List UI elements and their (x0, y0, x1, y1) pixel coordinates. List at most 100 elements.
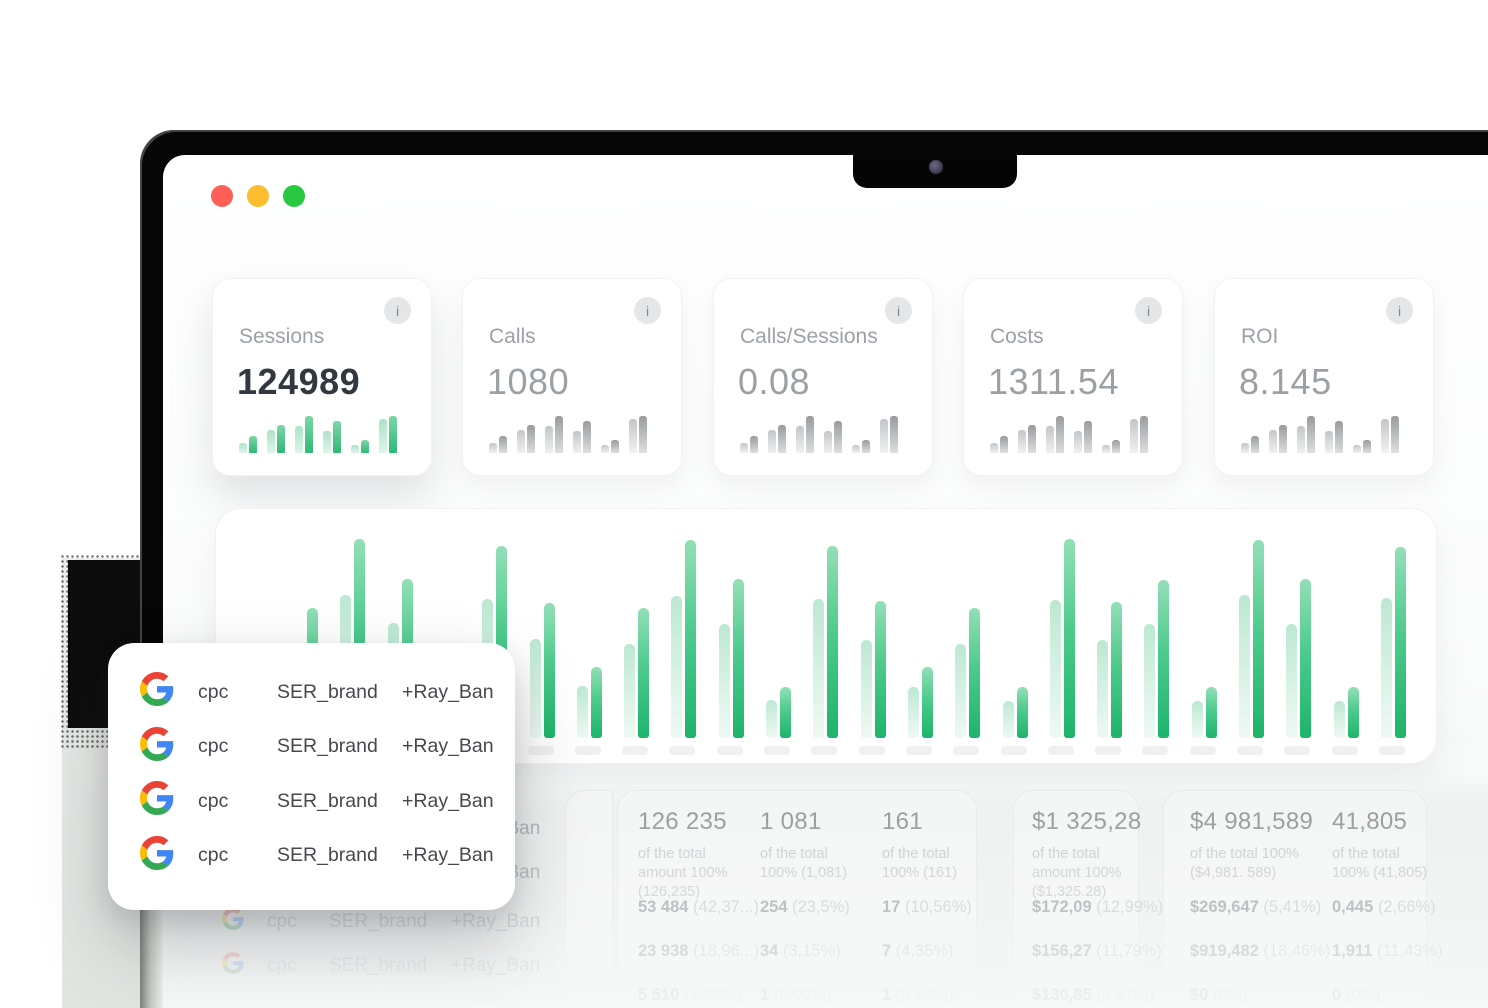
kpi-value: 0.08 (738, 361, 810, 403)
traffic-light-button[interactable] (283, 185, 305, 207)
kpi-mini-bar-chart (239, 411, 397, 453)
stat-breakdown-rows: 0,445 (2,66%) 1,911 (11,43%) 0 (0%) (1332, 898, 1443, 1008)
network-cell: cpc (198, 681, 277, 704)
kpi-label: Sessions (239, 325, 324, 349)
stat-breakdown-row: 17 (10,56%) (882, 898, 972, 917)
kpi-value: 1080 (487, 361, 569, 403)
stat-caption-line: 100% (161) (882, 864, 1032, 883)
campaign-cell: SER_brand (329, 955, 451, 977)
keyword-list-card: cpc SER_brand +Ray_Ban cpc SER_brand +Ra… (108, 643, 515, 910)
kpi-value: 1311.54 (988, 361, 1119, 403)
stat-total-caption: of the total100% (41,805) (1332, 845, 1482, 883)
stat-breakdown-row: $0 (0%) (1190, 986, 1330, 1005)
google-logo-icon (222, 908, 267, 936)
campaign-cell: SER_brand (277, 681, 402, 704)
stat-column: 161 of the total100% (161) 17 (10,56%)7 … (882, 808, 1032, 883)
stat-breakdown-row: 1 (0,62%) (882, 986, 972, 1005)
info-icon[interactable]: i (634, 297, 661, 324)
stat-caption-line: 100% (41,805) (1332, 864, 1482, 883)
traffic-light-button[interactable] (247, 185, 269, 207)
campaign-cell: SER_brand (329, 911, 451, 933)
kpi-mini-bar-chart (740, 411, 898, 453)
google-logo-icon (140, 781, 198, 821)
google-logo-icon (140, 672, 198, 712)
keyword-cell: +Ray_Ban (451, 911, 582, 933)
kpi-mini-bar-chart (990, 411, 1148, 453)
stat-total-value: $4 981,589 (1190, 808, 1340, 836)
stat-total-caption: of the total100% (161) (882, 845, 1032, 883)
kpi-value: 124989 (237, 361, 360, 403)
stat-breakdown-row: 53 484 (42,37...) (638, 898, 759, 917)
stat-total-value: 161 (882, 808, 1032, 836)
kpi-label: Calls (489, 325, 536, 349)
kpi-card[interactable]: i Sessions 124989 (212, 278, 432, 476)
stat-column: 41,805 of the total100% (41,805) 0,445 (… (1332, 808, 1482, 883)
keyword-list-item[interactable]: cpc SER_brand +Ray_Ban (108, 720, 515, 775)
kpi-card[interactable]: i Calls/Sessions 0.08 (713, 278, 933, 476)
stat-caption-line: of the total 100% (1190, 845, 1340, 864)
laptop-edge (140, 903, 163, 1008)
stat-caption-line: of the total (882, 845, 1032, 864)
stat-breakdown-row: 0,445 (2,66%) (1332, 898, 1443, 917)
stat-breakdown-rows: 53 484 (42,37...) 23 938 (18,96...) 5 510 … (638, 898, 759, 1008)
network-cell: cpc (198, 844, 277, 867)
stat-total-caption: of the totalamount 100%($1,325.28) (1032, 845, 1182, 902)
kpi-value: 8.145 (1239, 361, 1332, 403)
stat-breakdown-row: 254 (23,5%) (760, 898, 850, 917)
campaign-cell: SER_brand (277, 844, 402, 867)
kpi-label: Costs (990, 325, 1044, 349)
stat-total-value: 41,805 (1332, 808, 1482, 836)
stat-breakdown-rows: 254 (23,5%)34 (3,15%)1 (0,09%) (760, 898, 850, 1008)
keyword-cell: +Ray_Ban (402, 681, 515, 704)
kpi-mini-bar-chart (489, 411, 647, 453)
stat-caption-line: ($4,981. 589) (1190, 864, 1340, 883)
stat-caption-line: amount 100% (1032, 864, 1182, 883)
keyword-cell: +Ray_Ban (402, 790, 515, 813)
kpi-label: ROI (1241, 325, 1278, 349)
stat-breakdown-row: 5 510 (4,36%) (638, 986, 759, 1005)
stat-column: $4 981,589 of the total 100%($4,981. 589… (1190, 808, 1340, 883)
stat-caption-line: of the total (1032, 845, 1182, 864)
stat-breakdown-row: 0 (0%) (1332, 986, 1443, 1005)
keyword-list-item[interactable]: cpc SER_brand +Ray_Ban (108, 774, 515, 829)
keyword-list-item[interactable]: cpc SER_brand +Ray_Ban (108, 829, 515, 884)
info-icon[interactable]: i (1135, 297, 1162, 324)
keyword-list-item[interactable]: cpc SER_brand +Ray_Ban (108, 665, 515, 720)
stat-breakdown-row: $919,482 (18,46%) (1190, 942, 1330, 961)
info-icon[interactable]: i (384, 297, 411, 324)
keyword-cell: +Ray_Ban (402, 735, 515, 758)
keyword-cell: +Ray_Ban (451, 955, 582, 977)
stat-caption-line: of the total (1332, 845, 1482, 864)
info-icon[interactable]: i (885, 297, 912, 324)
stat-total-value: $1 325,28 (1032, 808, 1182, 836)
kpi-card[interactable]: i Costs 1311.54 (963, 278, 1183, 476)
stat-breakdown-rows: $172,09 (12,99%)$156,27 (11,79%)$130,85 … (1032, 898, 1163, 1008)
kpi-label: Calls/Sessions (740, 325, 878, 349)
stat-breakdown-row: $156,27 (11,79%) (1032, 942, 1163, 961)
stat-total-caption: of the total 100%($4,981. 589) (1190, 845, 1340, 883)
page: i Sessions 124989 i Calls 1080 i Calls/S… (0, 0, 1488, 1008)
stat-breakdown-row: $130,85 (9,87%) (1032, 986, 1163, 1005)
camera-icon (929, 160, 943, 174)
table-row: cpc SER_brand +Ray_Ban (222, 905, 582, 939)
keyword-cell: +Ray_Ban (402, 844, 515, 867)
kpi-card[interactable]: i Calls 1080 (462, 278, 682, 476)
campaign-cell: SER_brand (277, 735, 402, 758)
stat-breakdown-row: 23 938 (18,96...) (638, 942, 759, 961)
google-logo-icon (140, 727, 198, 767)
stat-breakdown-row: 34 (3,15%) (760, 942, 850, 961)
google-logo-icon (140, 836, 198, 876)
stat-column: $1 325,28 of the totalamount 100%($1,325… (1032, 808, 1182, 902)
stat-breakdown-rows: $269,647 (5,41%) $919,482 (18,46%) $0 (0%) (1190, 898, 1330, 1008)
google-logo-icon (222, 952, 267, 980)
kpi-card[interactable]: i ROI 8.145 (1214, 278, 1434, 476)
traffic-light-button[interactable] (211, 185, 233, 207)
info-icon[interactable]: i (1386, 297, 1413, 324)
table-row: cpc SER_brand +Ray_Ban (222, 949, 582, 983)
network-cell: cpc (267, 911, 329, 933)
stat-breakdown-rows: 17 (10,56%) 7 (4,35%) 1 (0,62%) (882, 898, 972, 1008)
stat-breakdown-row: 1,911 (11,43%) (1332, 942, 1443, 961)
network-cell: cpc (198, 790, 277, 813)
stat-breakdown-row: 7 (4,35%) (882, 942, 972, 961)
stat-breakdown-row: $269,647 (5,41%) (1190, 898, 1330, 917)
